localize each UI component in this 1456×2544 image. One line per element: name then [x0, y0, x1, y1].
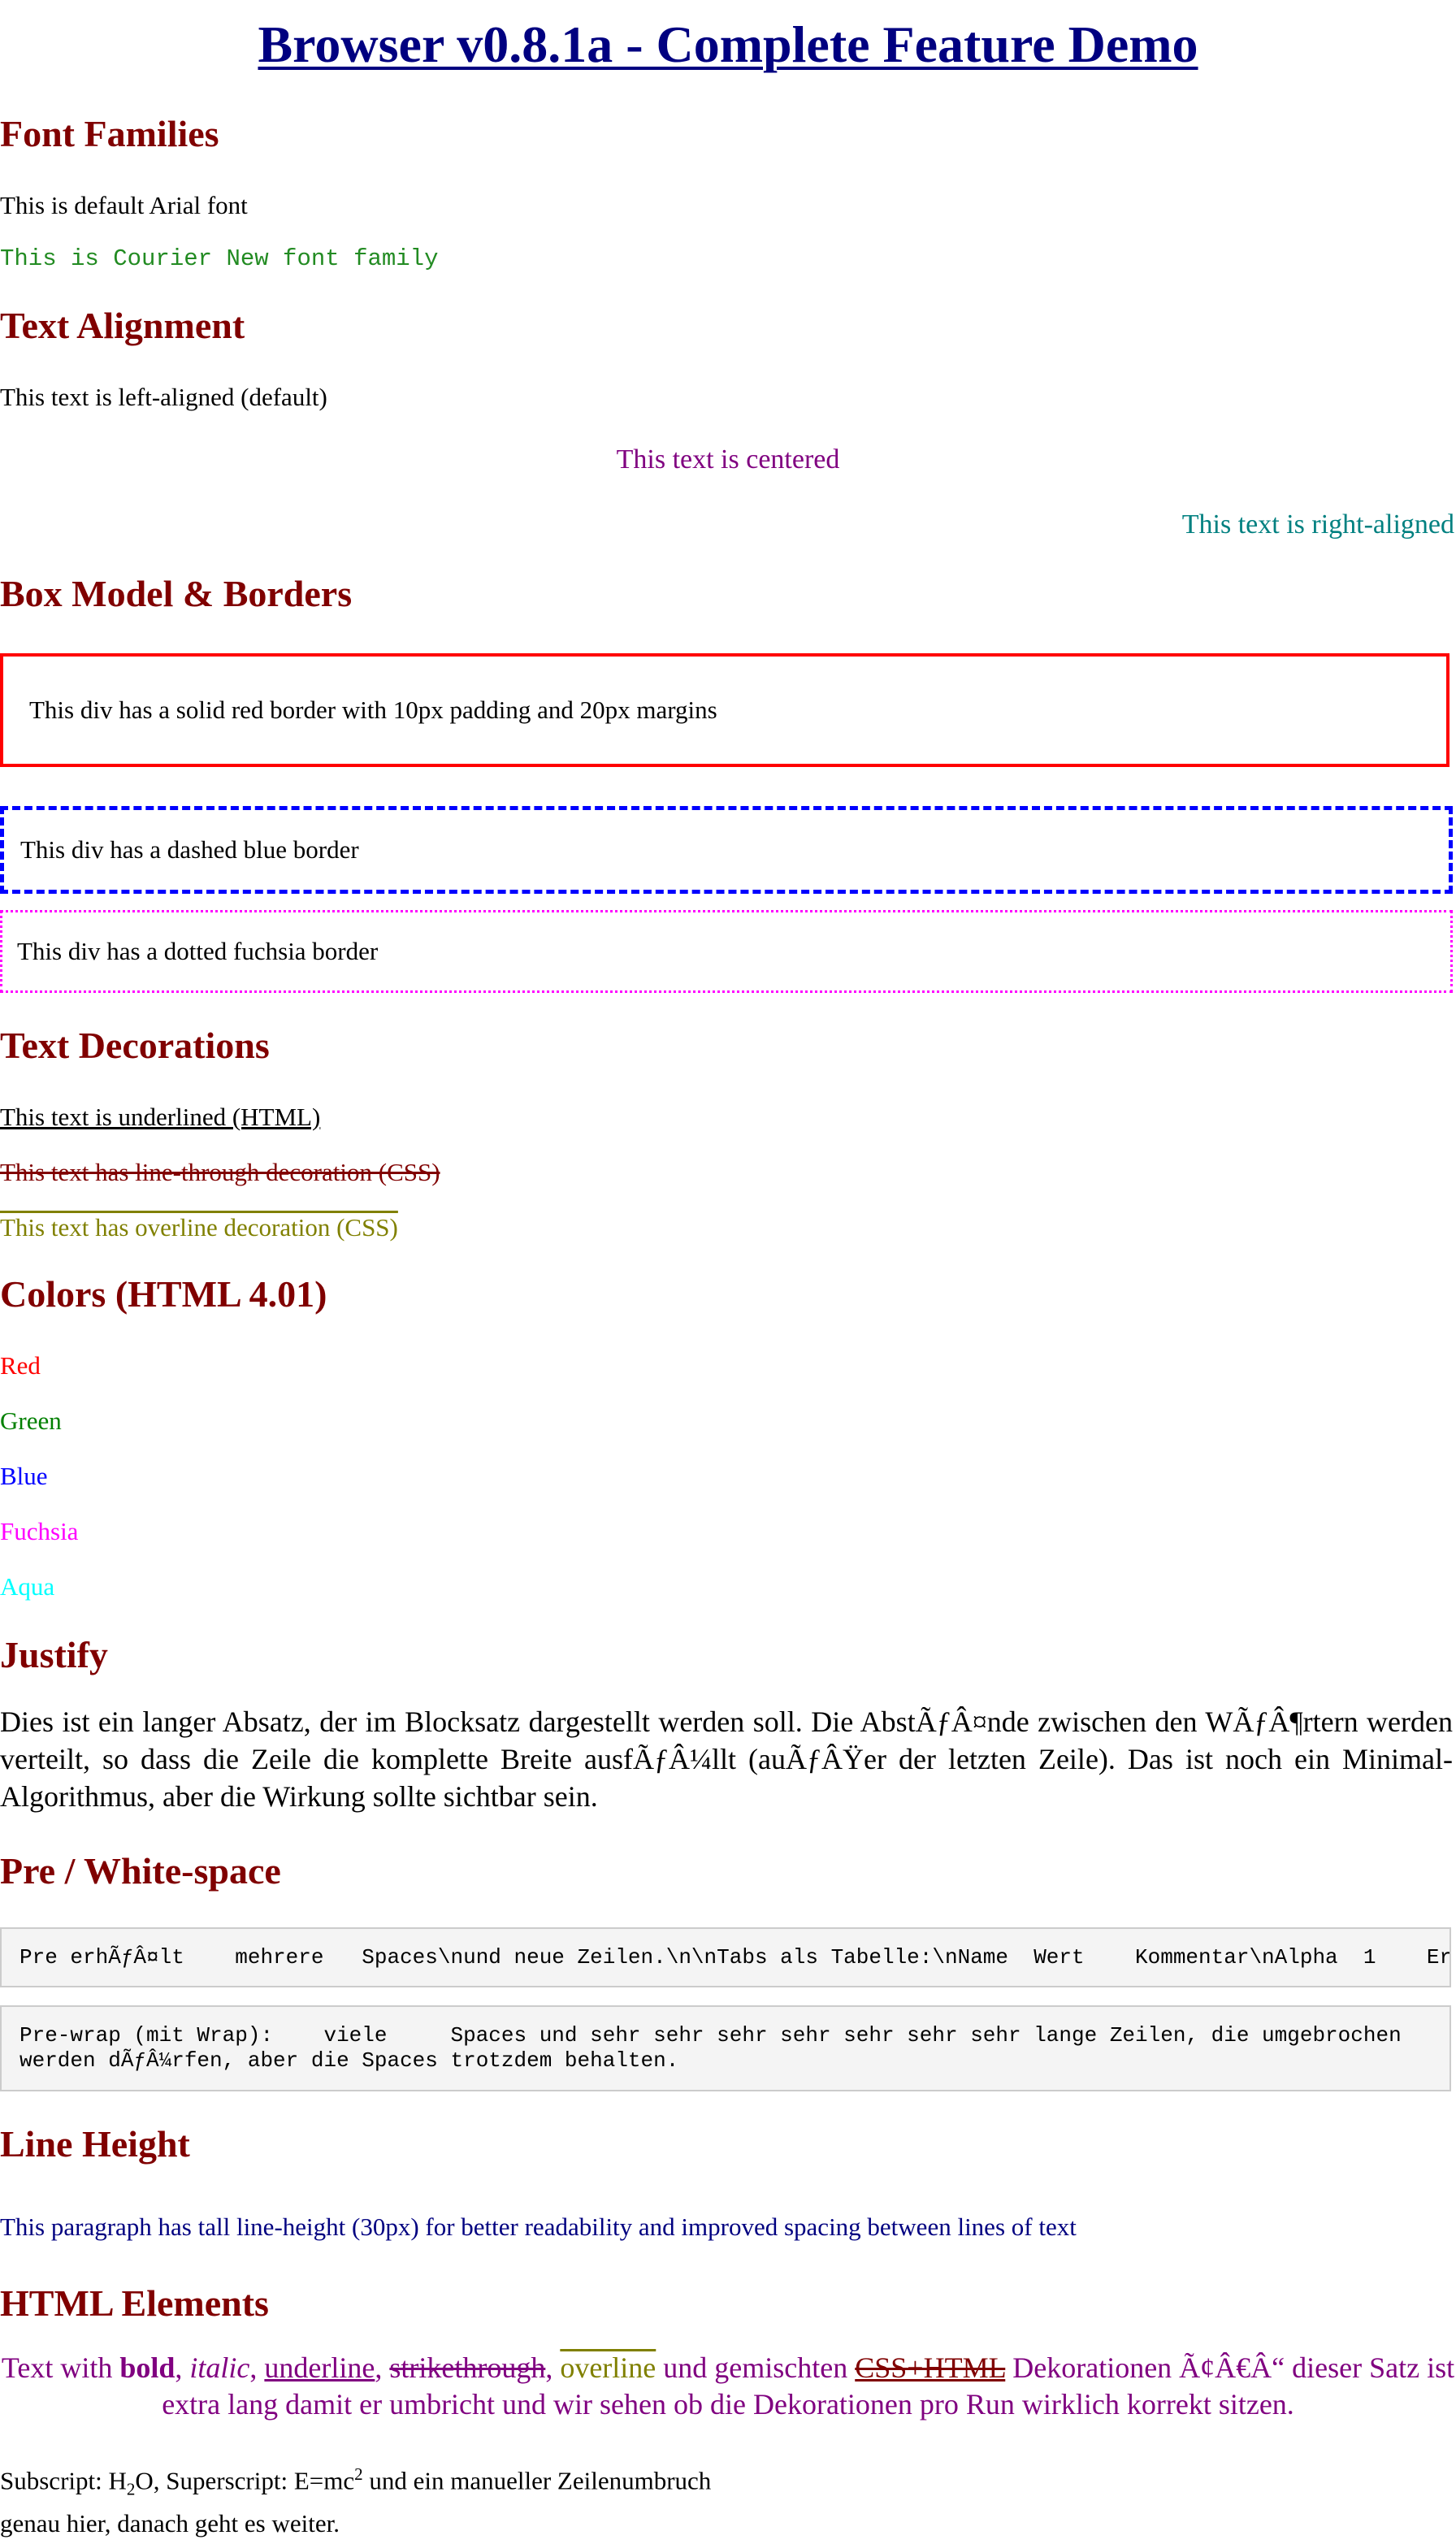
separator: , [249, 2351, 265, 2384]
separator: , [175, 2351, 190, 2384]
justified-paragraph: Dies ist ein langer Absatz, der im Block… [0, 1705, 1453, 1813]
red-box-text: This div has a solid red border with 10p… [29, 696, 717, 724]
heading-html-elements: HTML Elements [0, 2282, 269, 2324]
color-blue-text: Blue [0, 1462, 48, 1490]
separator: , [545, 2351, 561, 2384]
line-through-text: This text has line-through decoration (C… [0, 1158, 440, 1186]
heading-colors: Colors (HTML 4.01) [0, 1273, 327, 1315]
heading-text-decorations: Text Decorations [0, 1025, 270, 1066]
color-red-text: Red [0, 1351, 41, 1380]
subscript: 2 [126, 2479, 136, 2499]
underlined-text: This text is underlined (HTML) [0, 1103, 321, 1131]
superscript-prefix: O, Superscript: E=mc [135, 2466, 355, 2495]
separator: , [375, 2351, 390, 2384]
pre-wrap-block: Pre-wrap (mit Wrap): viele Spaces und se… [0, 2005, 1451, 2091]
heading-font-families: Font Families [0, 113, 219, 154]
heading-line-height: Line Height [0, 2123, 190, 2165]
pre-block: Pre erhÃƒÂ¤lt mehrere Spaces\nund neue Z… [0, 1927, 1451, 1987]
fuchsia-dotted-box: This div has a dotted fuchsia border [0, 910, 1453, 993]
right-aligned-text: This text is right-aligned [1181, 509, 1454, 540]
subscript-prefix: Subscript: H [0, 2466, 127, 2495]
mixed-decorations-paragraph: Text with bold, italic, underline, strik… [0, 2350, 1456, 2423]
courier-font-text: This is Courier New font family [0, 245, 439, 272]
color-green-text: Green [0, 1406, 62, 1435]
strikethrough-text: strikethrough [389, 2351, 546, 2384]
heading-pre-whitespace: Pre / White-space [0, 1850, 281, 1892]
bold-text: bold [119, 2351, 176, 2384]
overline-run-text: overline [560, 2351, 656, 2384]
line-break-text: und ein manueller Zeilenumbruch [362, 2466, 712, 2495]
blue-box-text: This div has a dashed blue border [20, 835, 359, 864]
sub-sup-paragraph: Subscript: H2O, Superscript: E=mc2 und e… [0, 2457, 711, 2541]
superscript: 2 [354, 2464, 363, 2484]
color-aqua-text: Aqua [0, 1572, 55, 1601]
text-mid: und gemischten [656, 2351, 856, 2384]
red-border-box: This div has a solid red border with 10p… [0, 653, 1450, 767]
centered-text: This text is centered [616, 444, 840, 475]
line-height-paragraph: This paragraph has tall line-height (30p… [0, 2212, 1077, 2241]
heading-text-alignment: Text Alignment [0, 305, 245, 346]
italic-text: italic [189, 2351, 250, 2384]
heading-justify: Justify [0, 1634, 108, 1675]
overline-text: This text has overline decoration (CSS) [0, 1213, 398, 1242]
page-title: Browser v0.8.1a - Complete Feature Demo [258, 15, 1198, 73]
fuchsia-box-text: This div has a dotted fuchsia border [17, 937, 379, 965]
left-aligned-text: This text is left-aligned (default) [0, 383, 327, 411]
heading-box-model: Box Model & Borders [0, 573, 353, 614]
underline-text: underline [264, 2351, 375, 2384]
blue-dashed-box: This div has a dashed blue border [0, 806, 1453, 894]
color-fuchsia-text: Fuchsia [0, 1517, 79, 1545]
css-html-decorated-text: CSS+HTML [855, 2351, 1006, 2384]
default-font-text: This is default Arial font [0, 191, 248, 219]
text-prefix: Text with [1, 2351, 120, 2384]
second-line-text: genau hier, danach geht es weiter. [0, 2508, 340, 2537]
